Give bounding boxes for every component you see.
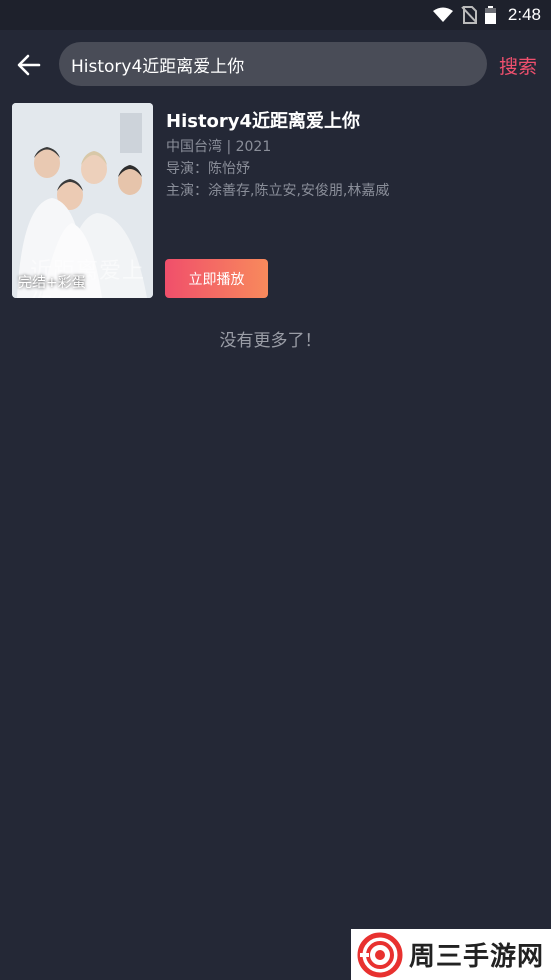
search-input[interactable] (71, 42, 471, 86)
back-button[interactable] (14, 50, 44, 80)
status-bar: 2:48 (0, 0, 551, 30)
search-box (59, 42, 487, 86)
watermark-logo: 周三手游网 (351, 929, 551, 980)
search-button[interactable]: 搜索 (499, 52, 537, 79)
play-button[interactable]: 立即播放 (165, 259, 268, 298)
result-item[interactable]: 近距离爱上你 完结+彩蛋 History4近距离爱上你 中国台湾 | 2021 … (12, 103, 542, 299)
end-of-list-text: 没有更多了！ (219, 331, 322, 351)
search-header: 搜索 (0, 30, 551, 98)
back-arrow-icon (17, 54, 41, 76)
director: 导演：陈怡妤 (166, 161, 250, 177)
battery-icon (484, 6, 496, 24)
spiral-logo-icon (357, 932, 403, 977)
status-time: 2:48 (507, 5, 541, 24)
region-year: 中国台湾 | 2021 (166, 139, 272, 155)
status-icons: 2:48 (432, 5, 541, 25)
cast: 主演：涂善存,陈立安,安俊朋,林嘉威 (166, 183, 390, 199)
status-badge: 完结+彩蛋 (18, 275, 86, 291)
poster-image[interactable]: 近距离爱上你 完结+彩蛋 (12, 103, 153, 298)
watermark-text: 周三手游网 (409, 942, 545, 972)
no-sim-icon (461, 6, 477, 24)
wifi-icon (432, 7, 453, 22)
result-title: History4近距离爱上你 (166, 111, 361, 132)
